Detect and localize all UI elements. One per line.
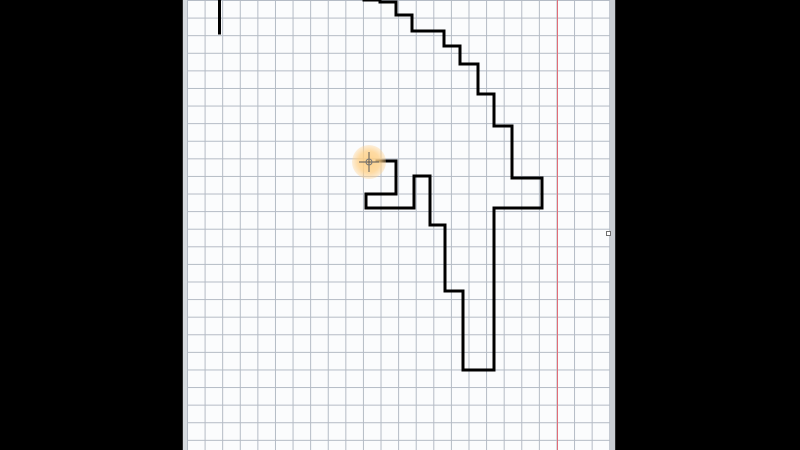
paint-window: [183, 0, 615, 450]
grid-paper-canvas[interactable]: [187, 0, 610, 450]
resize-handle-icon[interactable]: [606, 231, 611, 236]
crosshair-icon: [359, 152, 379, 172]
window-right-border: [610, 0, 615, 450]
tool-cursor: [352, 145, 386, 179]
screen: [0, 0, 800, 450]
red-margin-line: [557, 0, 558, 450]
